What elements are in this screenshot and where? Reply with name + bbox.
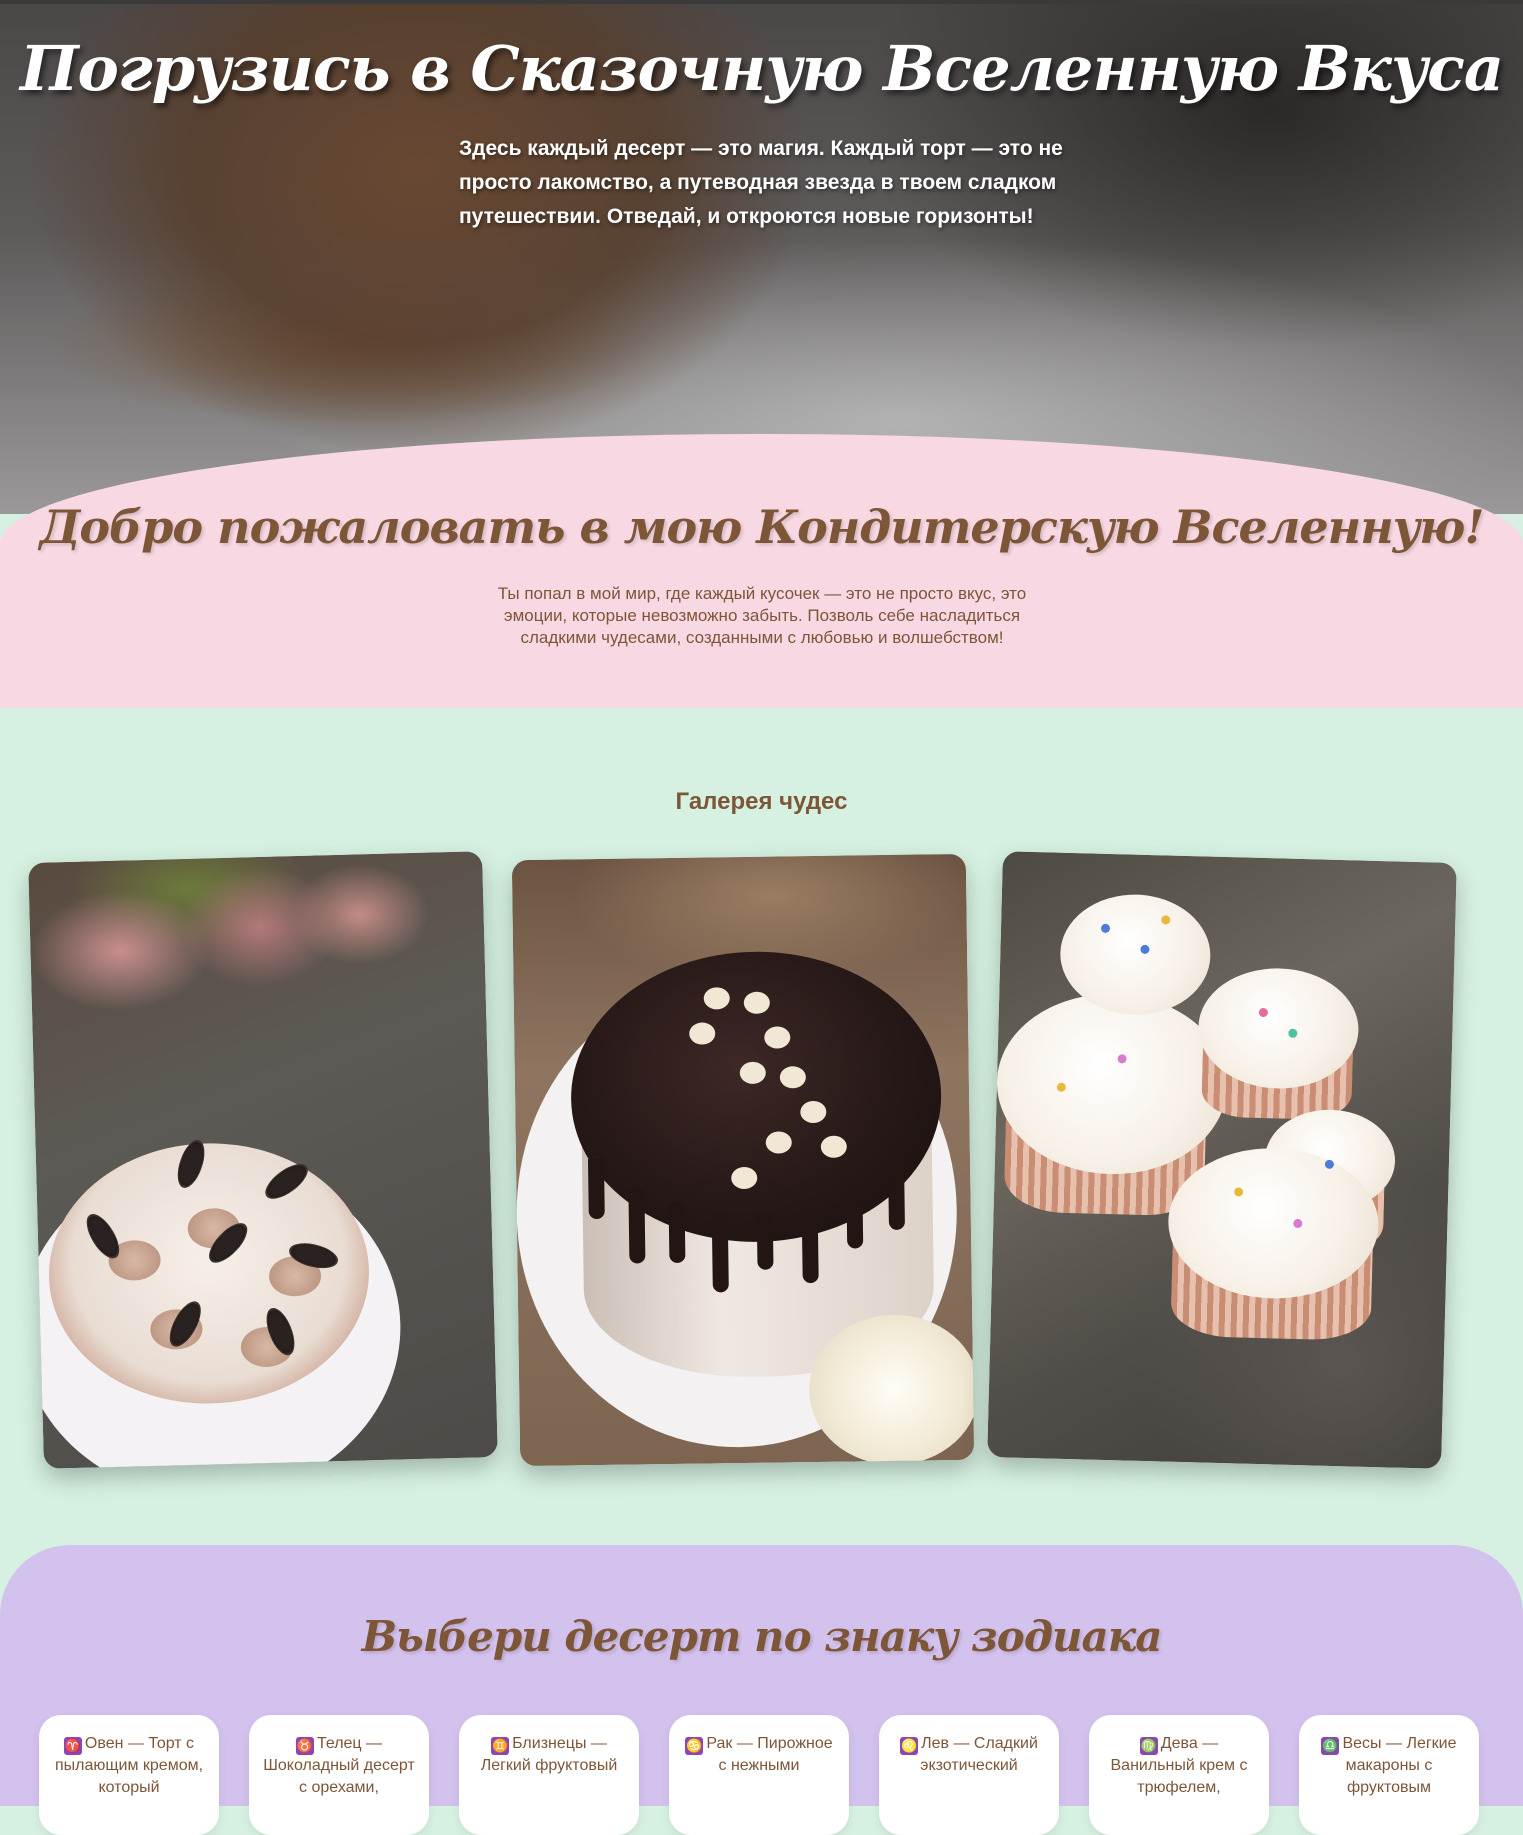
zodiac-card-text: Дева — Ванильный крем с трюфелем, — [1110, 1735, 1248, 1796]
zodiac-card-text: Рак — Пирожное с нежными — [706, 1735, 833, 1774]
virgo-icon: ♍ — [1139, 1737, 1158, 1755]
top-border — [0, 0, 1523, 4]
hero-text: Здесь каждый десерт — это магия. Каждый … — [459, 137, 1063, 228]
zodiac-card-gemini[interactable]: ♊ Близнецы — Легкий фруктовый — [459, 1715, 639, 1835]
zodiac-card-taurus[interactable]: ♉ Телец — Шоколадный десерт с орехами, — [249, 1715, 429, 1835]
glaze-drip — [628, 1188, 646, 1264]
leo-icon: ♌ — [900, 1737, 919, 1755]
libra-icon: ♎ — [1321, 1737, 1340, 1755]
zodiac-card-text: Телец — Шоколадный десерт с орехами, — [263, 1735, 415, 1796]
white-rose — [808, 1313, 975, 1467]
zodiac-card-aries[interactable]: ♈ Овен — Торт с пылающим кремом, который — [39, 1715, 219, 1835]
hero-title: Погрузись в Сказочную Вселенную Вкуса — [19, 32, 1504, 105]
zodiac-card-cancer[interactable]: ♋ Рак — Пирожное с нежными — [669, 1715, 849, 1835]
glaze-drip — [756, 1214, 774, 1270]
glaze-drip — [801, 1207, 819, 1284]
welcome-title: Добро пожаловать в мою Кондитерскую Всел… — [39, 500, 1484, 554]
zodiac-title: Выбери десерт по знаку зодиака — [361, 1612, 1163, 1661]
glaze-drip — [711, 1212, 729, 1293]
gallery-photo-chocolate-cake[interactable] — [511, 853, 975, 1467]
aries-icon: ♈ — [63, 1737, 82, 1755]
glaze-drip — [587, 1158, 605, 1220]
gallery-photo-cupcakes[interactable] — [987, 851, 1457, 1469]
welcome-text: Ты попал в мой мир, где каждый кусочек —… — [497, 584, 1027, 647]
zodiac-card-virgo[interactable]: ♍ Дева — Ванильный крем с трюфелем, — [1089, 1715, 1269, 1835]
gallery-photo-oreo-cake[interactable] — [28, 851, 498, 1469]
glaze-drip — [846, 1193, 864, 1249]
zodiac-card-text: Лев — Сладкий экзотический — [920, 1735, 1038, 1774]
cancer-icon: ♋ — [685, 1737, 704, 1755]
zodiac-section: Выбери десерт по знаку зодиака ♈ Овен — Т… — [0, 1545, 1523, 1835]
zodiac-card-leo[interactable]: ♌ Лев — Сладкий экзотический — [879, 1715, 1059, 1835]
gemini-icon: ♊ — [491, 1737, 510, 1755]
glaze-drip — [888, 1169, 905, 1230]
gallery-title: Галерея чудес — [675, 788, 848, 815]
zodiac-card-text: Весы — Легкие макароны с фруктовым — [1342, 1735, 1457, 1796]
welcome-section: Добро пожаловать в мою Кондитерскую Всел… — [0, 434, 1523, 708]
zodiac-card-libra[interactable]: ♎ Весы — Легкие макароны с фруктовым — [1299, 1715, 1479, 1835]
taurus-icon: ♉ — [295, 1737, 314, 1755]
glaze-drip — [668, 1202, 686, 1264]
